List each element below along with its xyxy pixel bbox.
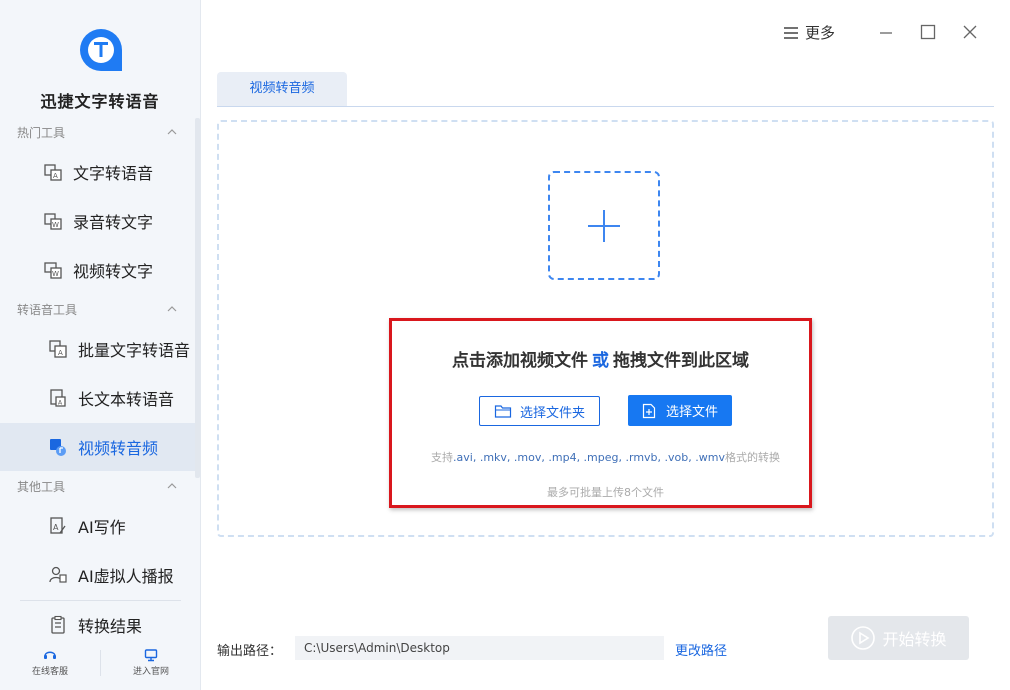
results-icon [51, 615, 65, 634]
group-title-label: 热门工具 [17, 126, 66, 140]
text-speech-icon: A [44, 164, 62, 181]
play-icon [851, 626, 876, 650]
select-folder-label: 选择文件夹 [519, 405, 585, 421]
minimize-icon[interactable] [876, 22, 896, 42]
sidebar-item-label: 视频转文字 [73, 262, 154, 281]
more-menu-button[interactable]: 更多 [783, 22, 835, 43]
sidebar-item-long-text-to-speech[interactable]: A 长文本转语音 [0, 374, 195, 422]
folder-icon [494, 405, 512, 418]
bottom-separator [100, 650, 101, 676]
sidebar-item-text-to-speech[interactable]: A 文字转语音 [0, 148, 195, 196]
tab-underline [217, 106, 994, 107]
output-path-label: 输出路径： [217, 644, 283, 659]
svg-text:A: A [53, 523, 59, 532]
audio-text-icon: W [44, 213, 62, 230]
chevron-up-icon [167, 306, 177, 312]
sidebar-item-label: 视频转音频 [78, 439, 159, 458]
group-title-other[interactable]: 其他工具 [0, 473, 195, 501]
chevron-up-icon [167, 483, 177, 489]
video-text-icon: W [44, 262, 62, 279]
prompt-part1: 点击添加视频文件 [452, 351, 588, 371]
prompt-part2: 拖拽文件到此区域 [613, 351, 749, 371]
long-text-icon: A [50, 389, 66, 407]
batch-speech-icon: A [49, 340, 67, 358]
maximize-icon[interactable] [918, 22, 938, 42]
select-file-label: 选择文件 [665, 405, 718, 420]
group-title-label: 其他工具 [17, 480, 66, 494]
sidebar-item-ai-writing[interactable]: A AI写作 [0, 502, 195, 550]
sidebar-item-ai-avatar[interactable]: AI虚拟人播报 [0, 551, 195, 599]
upload-limit-text: 最多可批量上传8个文件 [547, 486, 664, 499]
group-title-to-speech[interactable]: 转语音工具 [0, 296, 195, 324]
svg-text:W: W [52, 221, 59, 229]
tab-video-to-audio[interactable]: 视频转音频 [217, 72, 347, 106]
sidebar-item-label: AI写作 [78, 518, 126, 537]
prompt-or: 或 [592, 351, 609, 371]
sidebar-scrollbar[interactable] [195, 118, 200, 478]
website-link[interactable]: 进入官网 [121, 648, 181, 677]
logo-area: 迅捷文字转语音 [0, 0, 200, 118]
more-label: 更多 [805, 24, 836, 42]
select-file-button[interactable]: 选择文件 [628, 395, 732, 426]
select-folder-button[interactable]: 选择文件夹 [479, 396, 600, 426]
svg-text:A: A [53, 172, 58, 180]
online-service-link[interactable]: 在线客服 [20, 648, 80, 677]
sidebar-item-audio-to-text[interactable]: W 录音转文字 [0, 197, 195, 245]
plus-icon [603, 210, 605, 242]
group-title-label: 转语音工具 [17, 303, 78, 317]
website-label: 进入官网 [132, 667, 169, 677]
change-path-link[interactable]: 更改路径 [675, 640, 727, 659]
sidebar-item-video-to-audio[interactable]: 视频转音频 [0, 423, 195, 471]
close-icon[interactable] [960, 22, 980, 42]
ai-writing-icon: A [50, 517, 66, 534]
sidebar-item-label: 批量文字转语音 [78, 341, 191, 360]
start-convert-button[interactable]: 开始转换 [828, 616, 969, 660]
supported-formats-text: 支持.avi, .mkv, .mov, .mp4, .mpeg, .rmvb, … [389, 449, 822, 465]
sidebar-item-label: 转换结果 [78, 617, 143, 636]
group-title-hot[interactable]: 热门工具 [0, 119, 195, 147]
monitor-icon [144, 649, 158, 662]
support-suffix: 格式的转换 [724, 451, 780, 464]
file-add-icon [642, 403, 656, 418]
headset-icon [44, 651, 56, 659]
video-audio-icon [50, 439, 66, 456]
sidebar-item-label: 录音转文字 [73, 213, 154, 232]
sidebar-item-batch-text-to-speech[interactable]: A 批量文字转语音 [0, 325, 195, 373]
chevron-up-icon [167, 129, 177, 135]
sidebar-item-label: AI虚拟人播报 [78, 567, 174, 586]
support-formats: .avi, .mkv, .mov, .mp4, .mpeg, .rmvb, .v… [453, 451, 725, 464]
output-path-field[interactable] [295, 636, 664, 660]
menu-icon [784, 26, 798, 39]
svg-text:A: A [58, 349, 63, 357]
app-logo-icon [80, 29, 122, 71]
drop-prompt: 点击添加视频文件或拖拽文件到此区域 [389, 346, 812, 371]
app-name: 迅捷文字转语音 [40, 92, 160, 111]
sidebar-item-video-to-text[interactable]: W 视频转文字 [0, 246, 195, 294]
add-file-area[interactable] [548, 171, 660, 280]
online-service-label: 在线客服 [31, 667, 68, 677]
sidebar-item-label: 文字转语音 [73, 164, 154, 183]
avatar-icon [49, 566, 67, 583]
sidebar-item-results[interactable]: 转换结果 [0, 601, 195, 649]
support-prefix: 支持 [431, 451, 454, 464]
svg-text:W: W [52, 270, 59, 278]
sidebar: 迅捷文字转语音 热门工具 A 文字转语音 W 录音转文字 W 视频转文字 转语音… [0, 0, 201, 690]
sidebar-item-label: 长文本转语音 [78, 390, 175, 409]
start-convert-label: 开始转换 [882, 630, 947, 649]
